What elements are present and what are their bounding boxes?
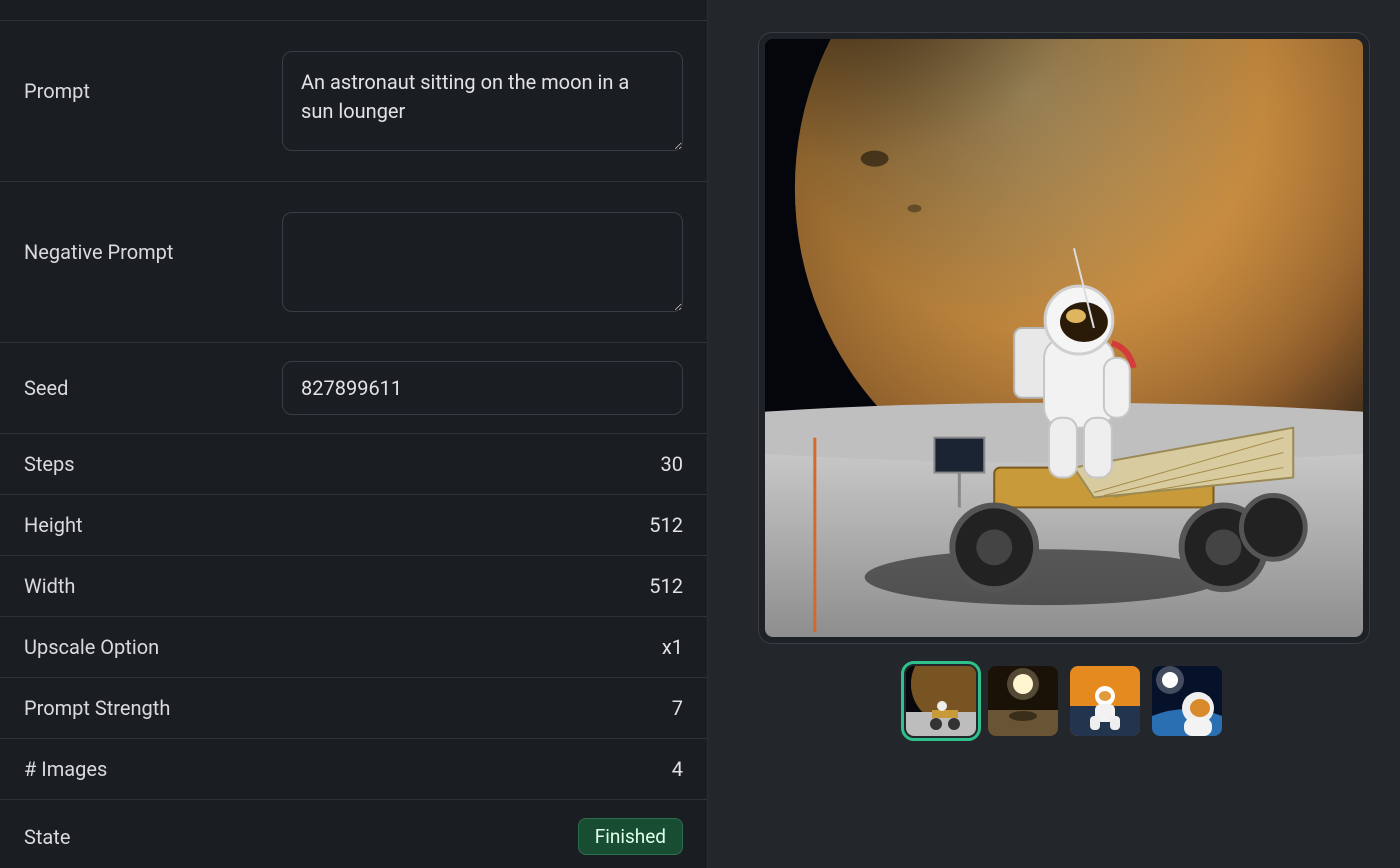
value-num-images: 4 bbox=[672, 757, 683, 781]
value-width: 512 bbox=[649, 574, 683, 598]
row-width: Width 512 bbox=[0, 556, 707, 617]
value-steps: 30 bbox=[661, 452, 683, 476]
value-height: 512 bbox=[649, 513, 683, 537]
negative-prompt-input[interactable] bbox=[282, 212, 683, 312]
row-prompt: Prompt bbox=[0, 21, 707, 182]
seed-input[interactable] bbox=[282, 361, 683, 415]
label-prompt-strength: Prompt Strength bbox=[24, 696, 282, 720]
label-upscale: Upscale Option bbox=[24, 635, 282, 659]
row-upscale: Upscale Option x1 bbox=[0, 617, 707, 678]
thumbnail-4[interactable] bbox=[1152, 666, 1222, 736]
thumbnail-2[interactable] bbox=[988, 666, 1058, 736]
row-prompt-strength: Prompt Strength 7 bbox=[0, 678, 707, 739]
label-width: Width bbox=[24, 574, 282, 598]
thumbnail-3[interactable] bbox=[1070, 666, 1140, 736]
state-badge: Finished bbox=[578, 818, 683, 855]
thumbnail-row bbox=[906, 666, 1222, 736]
prompt-input[interactable] bbox=[282, 51, 683, 151]
preview-panel bbox=[708, 0, 1400, 868]
value-upscale: x1 bbox=[662, 635, 683, 659]
main-image[interactable] bbox=[765, 39, 1363, 637]
row-height: Height 512 bbox=[0, 495, 707, 556]
label-num-images: # Images bbox=[24, 757, 282, 781]
row-seed: Seed bbox=[0, 343, 707, 434]
row-state: State Finished bbox=[0, 800, 707, 868]
row-num-images: # Images 4 bbox=[0, 739, 707, 800]
label-prompt: Prompt bbox=[24, 51, 282, 103]
row-negative-prompt: Negative Prompt bbox=[0, 182, 707, 343]
label-steps: Steps bbox=[24, 452, 282, 476]
label-seed: Seed bbox=[24, 376, 282, 400]
label-state: State bbox=[24, 825, 282, 849]
row-steps: Steps 30 bbox=[0, 434, 707, 495]
value-prompt-strength: 7 bbox=[672, 696, 683, 720]
main-image-frame bbox=[758, 32, 1370, 644]
settings-panel: Prompt Negative Prompt Seed Steps 30 Hei… bbox=[0, 0, 708, 868]
thumbnail-1[interactable] bbox=[906, 666, 976, 736]
label-negative-prompt: Negative Prompt bbox=[24, 212, 282, 264]
label-height: Height bbox=[24, 513, 282, 537]
